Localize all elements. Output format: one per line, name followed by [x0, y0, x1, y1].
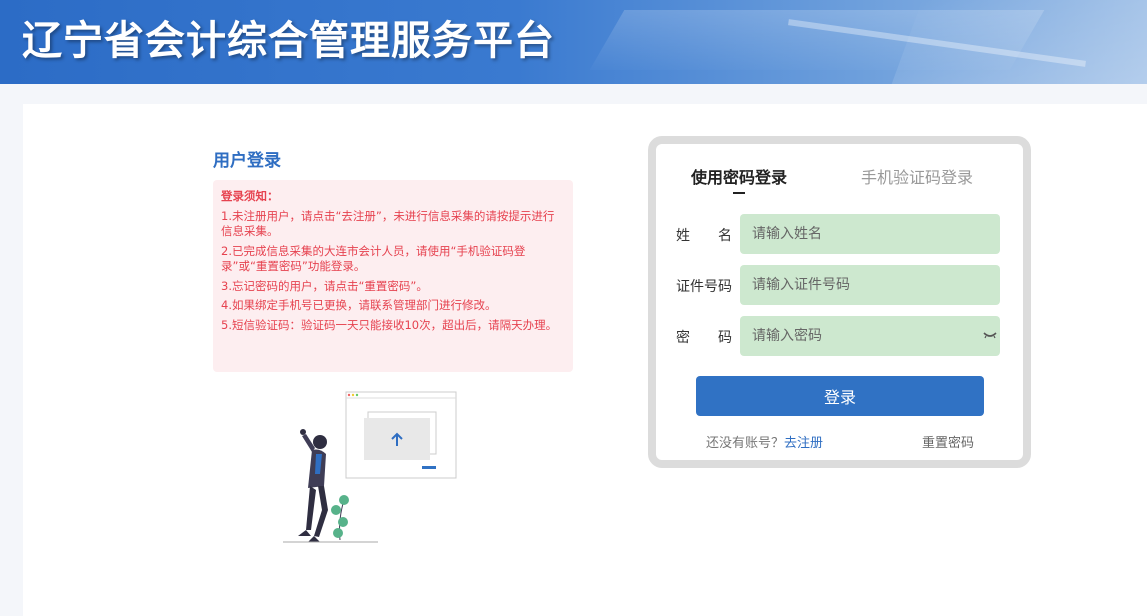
- name-input[interactable]: [740, 214, 1000, 254]
- login-button[interactable]: 登录: [696, 376, 984, 416]
- active-tab-indicator: [733, 192, 745, 194]
- main-content: 用户登录 登录须知： 1.未注册用户，请点击“去注册”，未进行信息采集的请按提示…: [23, 104, 1147, 616]
- notice-title: 登录须知：: [221, 189, 279, 203]
- name-row: 姓 名: [676, 214, 1006, 254]
- eye-closed-icon[interactable]: [982, 328, 998, 342]
- notice-item: 5.短信验证码：验证码一天只能接收10次，超出后，请隔天办理。: [221, 317, 558, 332]
- id-label: 证件号码: [676, 279, 732, 295]
- site-title: 辽宁省会计综合管理服务平台: [22, 18, 555, 64]
- notice-item: 4.如果绑定手机号已更换，请联系管理部门进行修改。: [221, 298, 497, 312]
- login-notice: 登录须知： 1.未注册用户，请点击“去注册”，未进行信息采集的请按提示进行信息采…: [213, 180, 573, 372]
- upload-illustration: [283, 391, 457, 543]
- password-input[interactable]: [740, 316, 1000, 356]
- no-account-text: 还没有账号？去注册: [706, 436, 824, 451]
- tab-sms-login[interactable]: 手机验证码登录: [861, 164, 973, 188]
- name-label: 姓 名: [676, 228, 732, 244]
- id-row: 证件号码: [676, 265, 1006, 305]
- notice-item: 2.已完成信息采集的大连市会计人员，请使用“手机验证码登录”或“重置密码”功能登…: [221, 243, 526, 274]
- register-link[interactable]: 去注册: [784, 436, 823, 451]
- login-card: 使用密码登录 手机验证码登录 姓 名 证件号码 密 码 登录 还没有账号？去注册: [648, 136, 1031, 468]
- notice-item: 3.忘记密码的用户，请点击“重置密码”。: [221, 278, 428, 293]
- id-number-input[interactable]: [740, 265, 1000, 305]
- login-tabs: 使用密码登录 手机验证码登录: [656, 164, 1023, 204]
- header-banner: 辽宁省会计综合管理服务平台: [0, 0, 1147, 84]
- login-heading: 用户登录: [213, 151, 281, 171]
- password-label: 密 码: [676, 330, 732, 346]
- tab-password-login[interactable]: 使用密码登录: [691, 164, 787, 188]
- notice-item: 1.未注册用户，请点击“去注册”，未进行信息采集的请按提示进行信息采集。: [221, 208, 555, 239]
- password-row: 密 码: [676, 316, 1006, 356]
- reset-password-link[interactable]: 重置密码: [922, 432, 974, 451]
